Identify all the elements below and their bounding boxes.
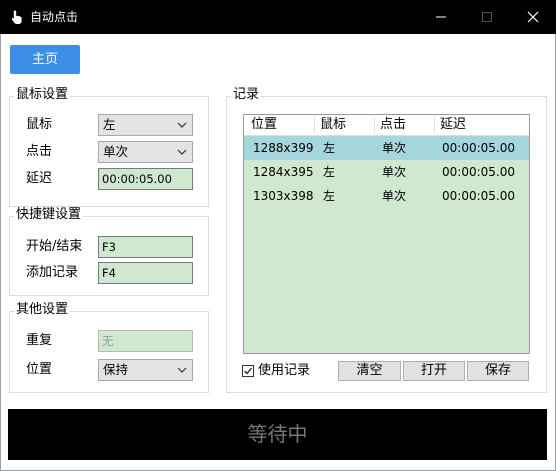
record-row[interactable]: 1303x398 左 单次 00:00:05.00 (244, 184, 529, 208)
start-stop-label: 开始/结束 (26, 239, 83, 254)
repeat-input[interactable]: 无 (98, 330, 193, 352)
maximize-button[interactable] (464, 0, 510, 34)
minimize-button[interactable] (418, 0, 464, 34)
record-mouse: 左 (323, 165, 336, 179)
record-row[interactable]: 1288x399 左 单次 00:00:05.00 (244, 136, 529, 160)
status-bar: 等待中 (8, 409, 547, 460)
add-record-label: 添加记录 (26, 265, 79, 280)
delay-input[interactable]: 00:00:05.00 (98, 168, 193, 190)
record-position: 1284x395 (253, 165, 314, 179)
record-delay: 00:00:05.00 (442, 165, 515, 179)
position-value: 保持 (103, 362, 129, 377)
column-divider[interactable] (374, 117, 375, 133)
record-position: 1288x399 (253, 141, 314, 155)
hotkey-settings-title: 快捷键设置 (14, 207, 84, 223)
click-type-select[interactable]: 单次 (98, 141, 193, 163)
record-delay: 00:00:05.00 (442, 189, 515, 203)
home-button[interactable]: 主页 (10, 45, 80, 74)
use-records-label: 使用记录 (258, 363, 311, 378)
column-divider[interactable] (314, 117, 315, 133)
save-button[interactable]: 保存 (467, 361, 529, 381)
record-click: 单次 (382, 141, 407, 155)
mouse-settings-title: 鼠标设置 (14, 87, 71, 103)
delay-label: 延迟 (26, 171, 53, 186)
checkmark-icon (244, 367, 253, 375)
record-position: 1303x398 (253, 189, 314, 203)
close-button[interactable] (510, 0, 556, 34)
hand-pointer-icon (9, 9, 25, 25)
records-list-header: 位置 鼠标 点击 延迟 (244, 115, 529, 135)
records-list[interactable]: 位置 鼠标 点击 延迟 1288x399 左 单次 00:00:05.00 12… (243, 114, 530, 354)
record-delay: 00:00:05.00 (442, 141, 515, 155)
column-header-position[interactable]: 位置 (251, 117, 277, 133)
column-header-click[interactable]: 点击 (380, 117, 406, 133)
record-click: 单次 (382, 189, 407, 203)
column-divider[interactable] (434, 117, 435, 133)
position-select[interactable]: 保持 (98, 359, 193, 381)
window-title: 自动点击 (30, 10, 79, 24)
start-stop-hotkey-input[interactable]: F3 (98, 236, 193, 258)
record-row[interactable]: 1284x395 左 单次 00:00:05.00 (244, 160, 529, 184)
mouse-button-select[interactable]: 左 (98, 114, 193, 136)
repeat-label: 重复 (26, 333, 53, 348)
record-mouse: 左 (323, 189, 336, 203)
column-header-delay[interactable]: 延迟 (440, 117, 466, 133)
position-label: 位置 (26, 362, 53, 377)
click-type-label: 点击 (26, 144, 53, 159)
checkbox-box[interactable] (242, 365, 254, 377)
title-bar: 自动点击 (0, 0, 556, 34)
mouse-button-label: 鼠标 (26, 117, 53, 132)
record-click: 单次 (382, 165, 407, 179)
open-button[interactable]: 打开 (403, 361, 465, 381)
mouse-button-value: 左 (103, 117, 116, 132)
add-record-hotkey-input[interactable]: F4 (98, 262, 193, 284)
clear-button[interactable]: 清空 (338, 361, 401, 381)
click-type-value: 单次 (103, 144, 129, 159)
record-mouse: 左 (323, 141, 336, 155)
other-settings-title: 其他设置 (14, 302, 71, 318)
column-header-mouse[interactable]: 鼠标 (320, 117, 346, 133)
records-title: 记录 (231, 87, 262, 103)
